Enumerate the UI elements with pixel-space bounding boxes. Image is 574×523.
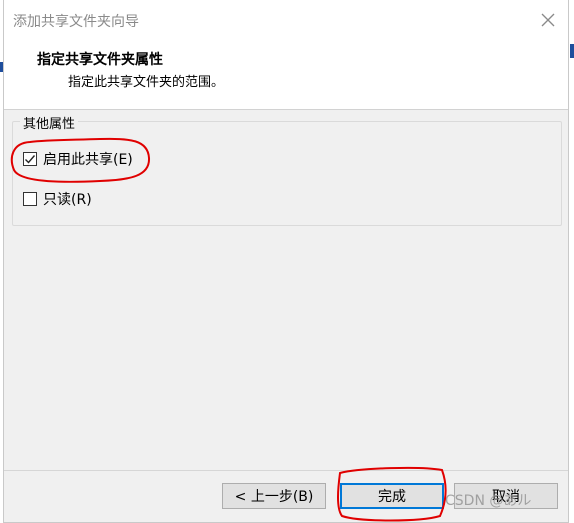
read-only-checkbox[interactable]: 只读(R) [23,189,92,209]
close-button[interactable] [534,6,562,34]
enable-share-checkbox[interactable]: 启用此共享(E) [23,149,133,169]
footer-divider [4,470,568,471]
title-bar: 添加共享文件夹向导 [4,0,568,40]
enable-share-checkbox-box[interactable] [23,152,37,166]
window-title: 添加共享文件夹向导 [13,14,139,30]
back-button[interactable]: < 上一步(B) [222,483,326,509]
enable-share-label[interactable]: 启用此共享(E) [43,149,133,169]
group-legend: 其他属性 [20,113,79,132]
add-shared-folder-wizard-dialog: 添加共享文件夹向导 指定共享文件夹属性 指定此共享文件夹的范围。 其他属性 启用… [3,0,569,523]
finish-button[interactable]: 完成 [340,483,444,509]
back-button-label: < 上一步(B) [234,489,314,505]
wizard-header: 指定共享文件夹属性 指定此共享文件夹的范围。 [4,40,568,110]
read-only-label[interactable]: 只读(R) [43,189,92,209]
checkmark-icon [25,155,36,164]
background-edge-mark-right [570,44,574,58]
page-subtitle: 指定此共享文件夹的范围。 [68,75,225,90]
read-only-checkbox-box[interactable] [23,192,37,206]
close-icon [541,13,555,27]
watermark-text: CSDN @あル [445,493,532,509]
page-title: 指定共享文件夹属性 [37,52,163,68]
other-properties-group: 其他属性 启用此共享(E) 只读(R) [12,113,562,226]
finish-button-label: 完成 [378,489,406,505]
